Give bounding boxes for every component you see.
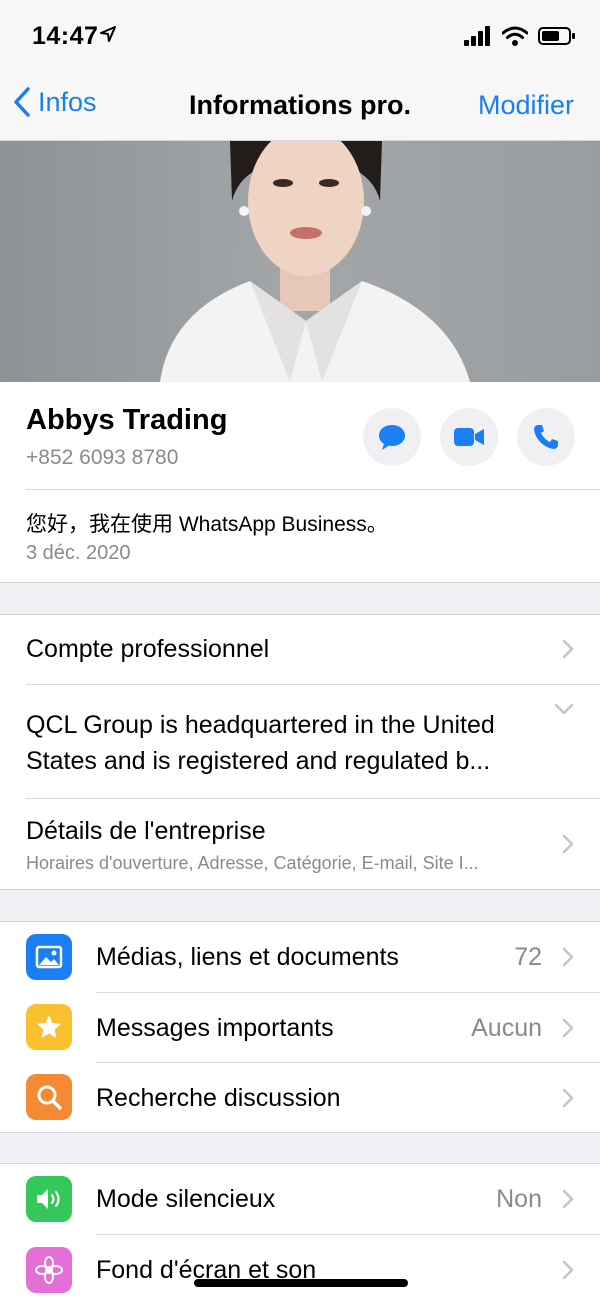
mute-value: Non (496, 1185, 542, 1213)
contact-name: Abbys Trading (26, 404, 228, 436)
search-icon (26, 1074, 72, 1120)
message-icon (379, 425, 405, 450)
business-group: Compte professionnel QCL Group is headqu… (0, 614, 600, 890)
voice-call-button[interactable] (517, 408, 575, 466)
business-description-row[interactable]: QCL Group is headquartered in the United… (0, 685, 600, 798)
media-links-docs-row[interactable]: Médias, liens et documents 72 (0, 922, 600, 992)
chevron-right-icon (562, 947, 574, 967)
wallpaper-sound-row[interactable]: Fond d'écran et son (0, 1235, 600, 1304)
business-details-subtitle: Horaires d'ouverture, Adresse, Catégorie… (26, 853, 479, 873)
status-indicators (464, 26, 576, 46)
speaker-icon (26, 1176, 72, 1222)
business-account-label: Compte professionnel (26, 635, 270, 663)
contact-header: Abbys Trading +852 6093 8780 您好，我在使用 Wha… (0, 382, 600, 583)
status-time: 14:47 (32, 22, 99, 50)
business-description-line2: States and is registered and regulated b… (26, 747, 491, 775)
chevron-down-icon (554, 703, 574, 715)
starred-messages-row[interactable]: Messages importants Aucun (0, 993, 600, 1062)
profile-photo[interactable] (0, 141, 600, 382)
chevron-right-icon (562, 639, 574, 659)
chevron-right-icon (562, 1018, 574, 1038)
business-details-row[interactable]: Détails de l'entreprise Horaires d'ouver… (0, 799, 600, 889)
location-arrow-icon (100, 26, 116, 42)
mute-row[interactable]: Mode silencieux Non (0, 1164, 600, 1234)
battery-icon (538, 27, 575, 45)
nav-bar: Infos Informations pro. Modifier (0, 72, 600, 141)
edit-button[interactable]: Modifier (478, 90, 574, 121)
signal-icon (464, 26, 490, 46)
video-call-button[interactable] (440, 408, 498, 466)
video-camera-icon (454, 428, 484, 446)
media-count: 72 (514, 943, 542, 971)
settings-group: Mode silencieux Non Fond d'écran et son (0, 1163, 600, 1314)
message-button[interactable] (363, 408, 421, 466)
status-bar: 14:47 (0, 0, 600, 72)
chevron-right-icon (562, 1260, 574, 1280)
photo-icon (26, 934, 72, 980)
about-date: 3 déc. 2020 (26, 542, 131, 564)
contact-phone: +852 6093 8780 (26, 446, 179, 469)
chevron-right-icon (562, 1189, 574, 1209)
chevron-right-icon (562, 834, 574, 854)
media-group: Médias, liens et documents 72 Messages i… (0, 921, 600, 1133)
business-account-row[interactable]: Compte professionnel (0, 615, 600, 684)
phone-icon (534, 425, 558, 449)
wifi-icon (502, 26, 528, 46)
business-description-line1: QCL Group is headquartered in the United (26, 711, 495, 739)
chevron-right-icon (562, 1088, 574, 1108)
business-details-label: Détails de l'entreprise (26, 817, 266, 845)
flower-icon (26, 1247, 72, 1293)
profile-photo-image (0, 141, 600, 382)
chat-search-label: Recherche discussion (96, 1084, 341, 1112)
star-icon (26, 1004, 72, 1050)
starred-value: Aucun (471, 1014, 542, 1042)
chat-search-row[interactable]: Recherche discussion (0, 1063, 600, 1132)
about-status: 您好，我在使用 WhatsApp Business。 (26, 513, 388, 536)
starred-label: Messages importants (96, 1014, 334, 1042)
home-indicator (194, 1279, 408, 1287)
media-label: Médias, liens et documents (96, 943, 399, 971)
divider (26, 489, 600, 490)
mute-label: Mode silencieux (96, 1185, 276, 1213)
